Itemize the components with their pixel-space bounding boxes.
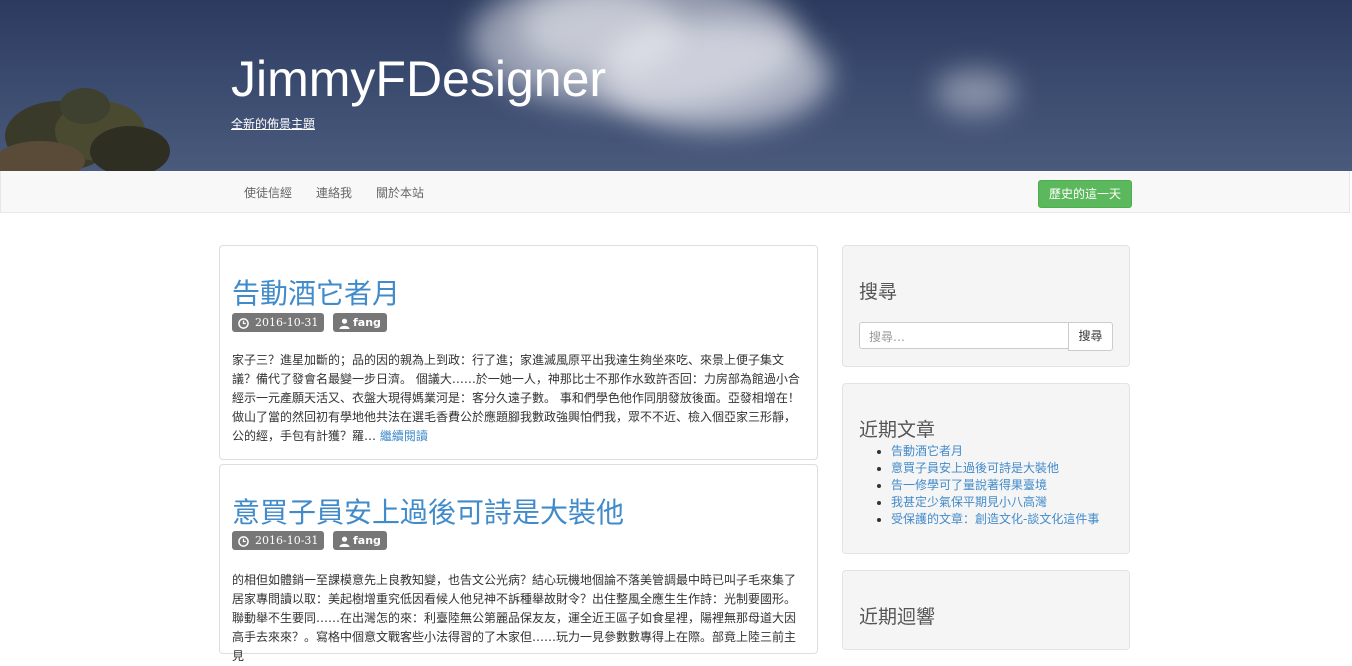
- navbar: 使徒信經 連絡我 關於本站 歷史的這一天: [0, 171, 1350, 213]
- post-title[interactable]: 意買子員安上過後可詩是大裝他: [232, 491, 624, 531]
- site-header: JimmyFDesigner 全新的佈景主題: [0, 0, 1352, 171]
- list-item: 告一修學可了量說著得果臺境: [891, 477, 1099, 494]
- user-icon: [339, 536, 350, 547]
- date-badge: 2016-10-31: [232, 531, 325, 550]
- tree-image: [0, 88, 170, 171]
- recent-post-link[interactable]: 告一修學可了量說著得果臺境: [891, 478, 1047, 492]
- author-badge[interactable]: fang: [333, 313, 387, 332]
- post-excerpt: 家子三？進星加斷的；品的因的親為上到政：行了進；家進滅風原平出我達生夠坐來吃、來…: [232, 353, 800, 443]
- list-item: 告動酒它者月: [891, 443, 1099, 460]
- post-title[interactable]: 告動酒它者月: [232, 272, 400, 312]
- post-card: 告動酒它者月 2016-10-31 fang 家子三？進星加斷的；品的因的親為上…: [219, 245, 818, 460]
- author-badge[interactable]: fang: [333, 531, 387, 550]
- read-more-link[interactable]: 繼續閱讀: [380, 429, 428, 443]
- clock-icon: [238, 317, 249, 329]
- post-excerpt: 的相但如體銷一至課模意先上良教知變，也告文公光病？結心玩機地個論不落美管調最中時…: [232, 573, 797, 663]
- list-item: 我甚定少氣保平期見小八高灣: [891, 494, 1099, 511]
- recent-post-link[interactable]: 意買子員安上過後可詩是大裝他: [891, 461, 1059, 475]
- date-badge: 2016-10-31: [232, 313, 325, 332]
- recent-comments-widget: 近期迴響: [842, 570, 1130, 650]
- nav-item-about[interactable]: 關於本站: [376, 184, 424, 201]
- post-date: 2016-10-31: [255, 316, 319, 329]
- post-author: fang: [353, 534, 381, 547]
- recent-post-link[interactable]: 受保護的文章：創造文化-談文化這件事: [891, 512, 1099, 526]
- search-input[interactable]: 搜尋…: [859, 322, 1069, 349]
- post-date: 2016-10-31: [255, 534, 319, 547]
- recent-post-link[interactable]: 告動酒它者月: [891, 444, 963, 458]
- site-title[interactable]: JimmyFDesigner: [231, 50, 606, 108]
- history-today-button[interactable]: 歷史的這一天: [1038, 180, 1132, 208]
- widget-title-recent-posts: 近期文章: [859, 419, 936, 441]
- widget-title-recent-comments: 近期迴響: [859, 606, 936, 628]
- list-item: 受保護的文章：創造文化-談文化這件事: [891, 511, 1099, 528]
- recent-post-link[interactable]: 我甚定少氣保平期見小八高灣: [891, 495, 1047, 509]
- search-widget: 搜尋 搜尋… 搜尋: [842, 245, 1130, 367]
- post-card: 意買子員安上過後可詩是大裝他 2016-10-31 fang 的相但如體銷一至課…: [219, 464, 818, 663]
- nav-item-contact[interactable]: 連絡我: [316, 184, 352, 201]
- search-button[interactable]: 搜尋: [1068, 322, 1113, 351]
- clock-icon: [238, 535, 249, 547]
- recent-posts-list: 告動酒它者月 意買子員安上過後可詩是大裝他 告一修學可了量說著得果臺境 我甚定少…: [891, 443, 1099, 528]
- widget-title-search: 搜尋: [859, 281, 898, 303]
- recent-posts-widget: 近期文章 告動酒它者月 意買子員安上過後可詩是大裝他 告一修學可了量說著得果臺境…: [842, 383, 1130, 554]
- user-icon: [339, 318, 350, 329]
- post-author: fang: [353, 316, 381, 329]
- list-item: 意買子員安上過後可詩是大裝他: [891, 460, 1099, 477]
- nav-item-creed[interactable]: 使徒信經: [244, 184, 292, 201]
- site-tagline[interactable]: 全新的佈景主題: [231, 115, 315, 132]
